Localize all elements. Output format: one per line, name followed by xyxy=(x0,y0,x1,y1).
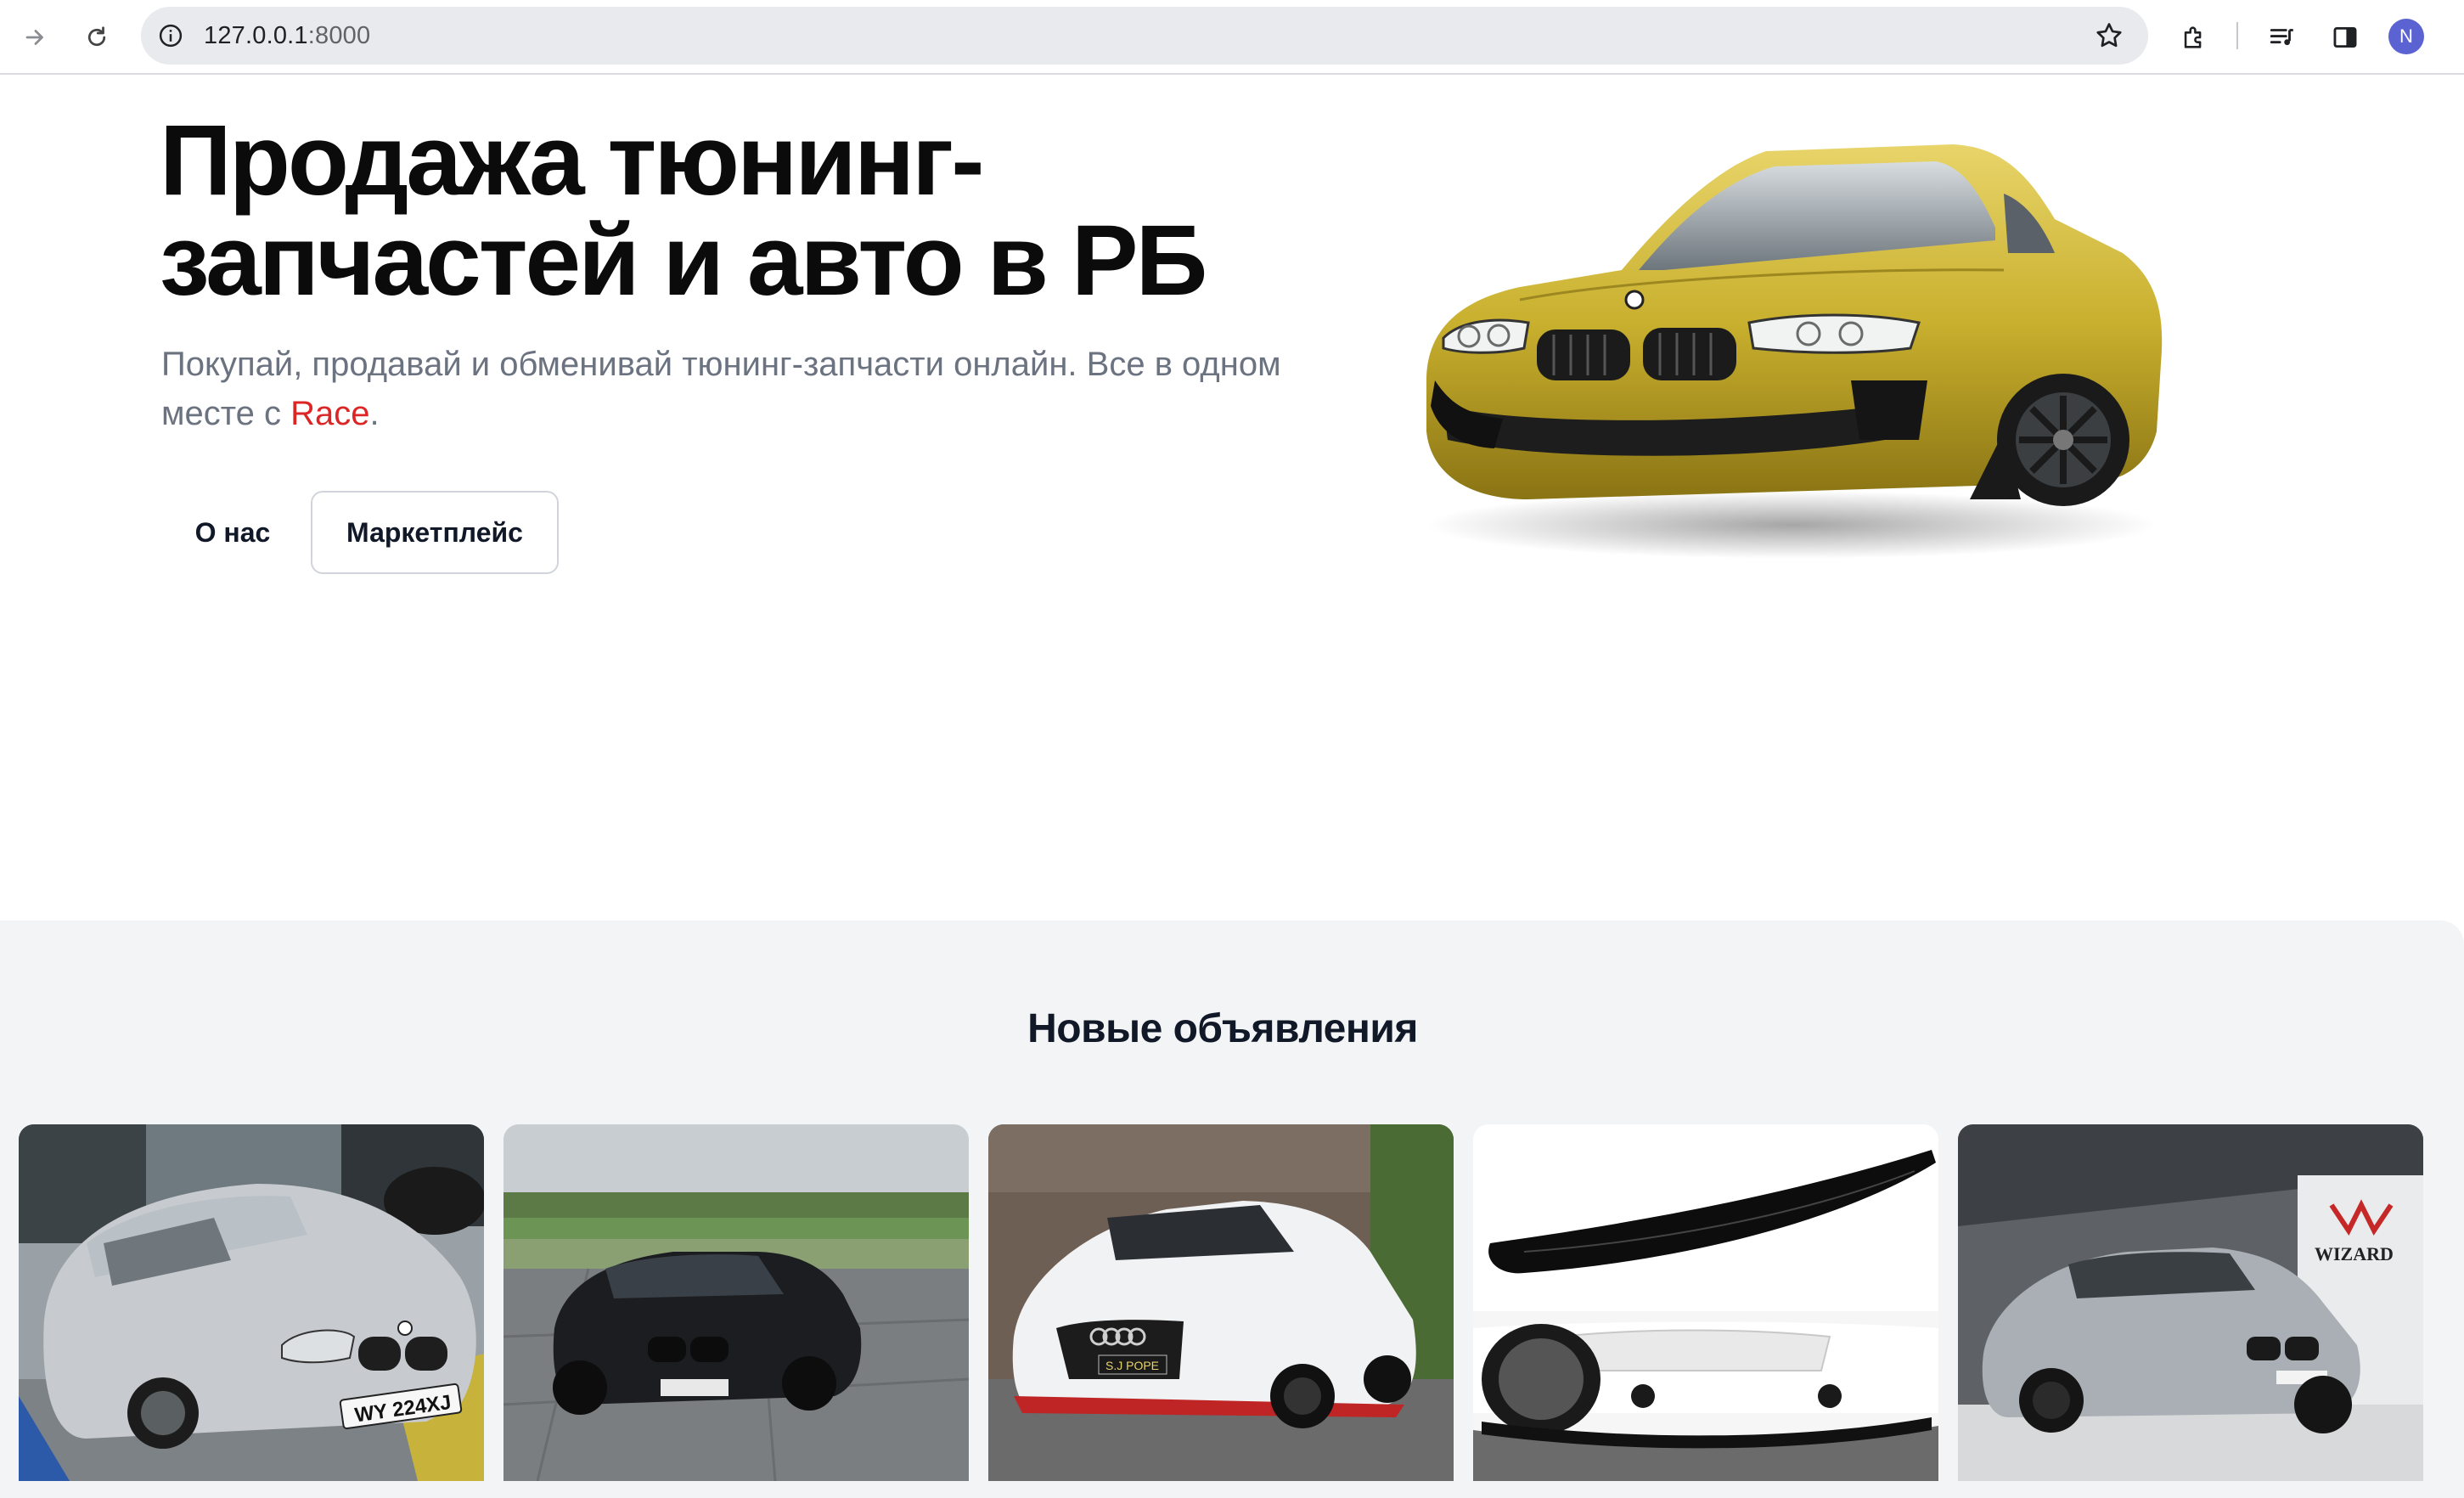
about-button[interactable]: О нас xyxy=(161,491,304,574)
listing-card[interactable]: WY 224XJ xyxy=(19,1124,484,1481)
address-bar[interactable]: 127.0.0.1:8000 xyxy=(141,7,2148,65)
url-host: 127.0.0.1 xyxy=(204,22,308,49)
hero-title-line-1: Продажа тюнинг- xyxy=(160,104,985,217)
reload-icon[interactable] xyxy=(78,19,115,56)
new-listings-section: Новые объявления WY 224XJ S.J POPE WIZAR… xyxy=(0,921,2464,1498)
site-info-icon[interactable] xyxy=(158,23,183,48)
license-plate-text: S.J POPE xyxy=(1105,1359,1159,1372)
url-port: :8000 xyxy=(307,22,371,49)
listing-card[interactable] xyxy=(503,1124,969,1481)
hero-subtitle-end: . xyxy=(369,395,380,432)
browser-toolbar: 127.0.0.1:8000 N xyxy=(0,0,2464,75)
listing-image-white-hatchback: S.J POPE xyxy=(988,1124,1454,1481)
hero-title: Продажа тюнинг- запчастей и авто в РБ xyxy=(160,110,1331,311)
forward-icon[interactable] xyxy=(17,19,54,56)
bookmark-star-icon[interactable] xyxy=(2094,20,2124,51)
hero-subtitle: Покупай, продавай и обменивай тюнинг-зап… xyxy=(161,340,1299,438)
hero-car-image xyxy=(1409,126,2174,567)
showroom-sign-text: WIZARD xyxy=(2315,1243,2394,1264)
marketplace-button[interactable]: Маркетплейс xyxy=(311,491,559,574)
listing-image-silver-coupe: WIZARD xyxy=(1958,1124,2423,1481)
side-panel-icon[interactable] xyxy=(2326,19,2364,56)
listing-card[interactable]: S.J POPE xyxy=(988,1124,1454,1481)
hero-title-line-2: запчастей и авто в РБ xyxy=(160,205,1207,317)
listing-image-silver-convertible: WY 224XJ xyxy=(19,1124,484,1481)
new-listings-title: Новые объявления xyxy=(1027,1006,1418,1051)
toolbar-separator xyxy=(2236,22,2238,49)
listing-card[interactable] xyxy=(1473,1124,1938,1481)
media-controls-icon[interactable] xyxy=(2264,19,2301,56)
listing-card[interactable]: WIZARD xyxy=(1958,1124,2423,1481)
brand-name: Race xyxy=(290,395,370,432)
profile-avatar[interactable]: N xyxy=(2388,19,2424,54)
extensions-icon[interactable] xyxy=(2175,19,2213,56)
listing-image-front-lip xyxy=(1473,1124,1938,1481)
url-text[interactable]: 127.0.0.1:8000 xyxy=(204,22,370,50)
listing-image-black-sedan xyxy=(503,1124,969,1481)
